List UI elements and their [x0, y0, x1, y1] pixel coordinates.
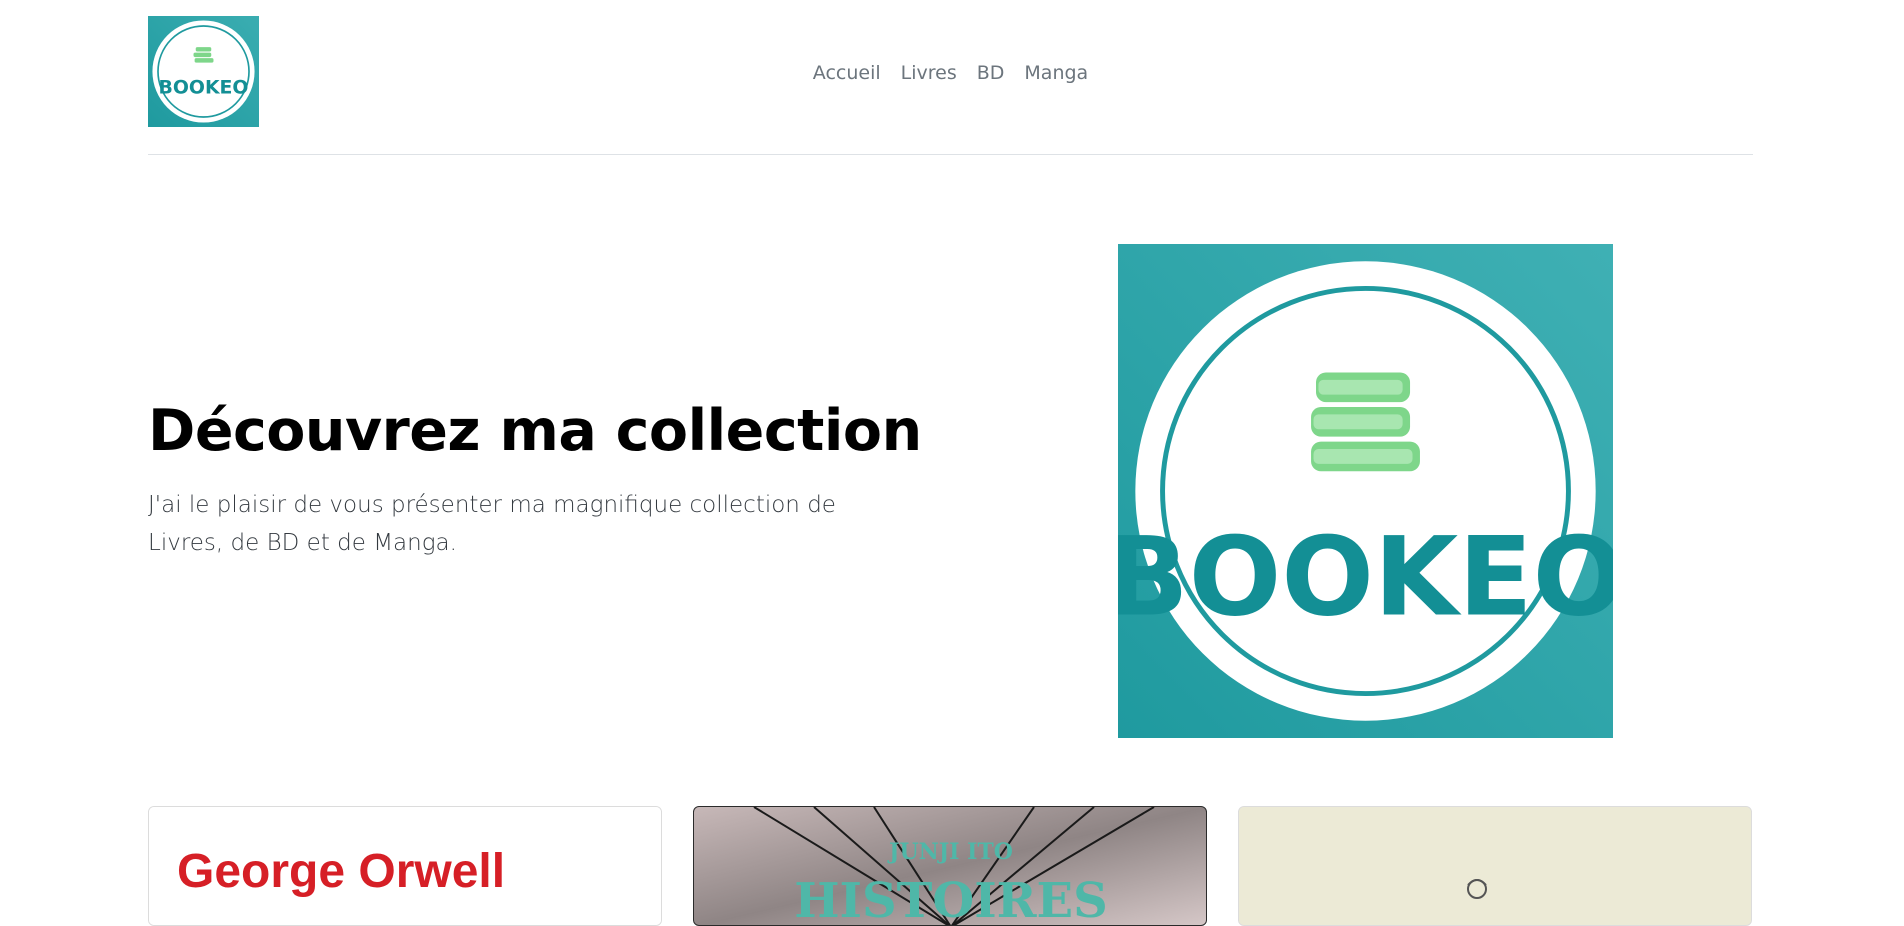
- hero-text: J'ai le plaisir de vous présenter ma mag…: [148, 492, 836, 556]
- nav-manga[interactable]: Manga: [1014, 60, 1098, 86]
- svg-text:JUNJI ITO: JUNJI ITO: [887, 839, 1013, 865]
- bookeo-logo-large: BOOKEO: [1106, 244, 1625, 738]
- main-nav: Accueil Livres BD Manga: [148, 60, 1753, 86]
- card-junji-ito-cover: JUNJI ITO HISTOIRES: [694, 807, 1206, 926]
- page-container: BOOKEO Accueil Livres BD Manga Découvrez…: [148, 0, 1753, 926]
- nav-livres[interactable]: Livres: [891, 60, 967, 86]
- card-orwell-cover: George Orwell: [149, 807, 661, 925]
- card-orwell[interactable]: George Orwell: [148, 806, 662, 926]
- collection-cards: George Orwell JUNJI ITO HISTOIRES: [148, 806, 1753, 926]
- site-header: BOOKEO Accueil Livres BD Manga: [148, 0, 1753, 155]
- nav-accueil[interactable]: Accueil: [803, 60, 891, 86]
- card-junji-ito[interactable]: JUNJI ITO HISTOIRES: [693, 806, 1207, 926]
- card-third-cover: [1239, 807, 1751, 925]
- hero-title: Découvrez ma collection: [148, 398, 922, 464]
- card-third[interactable]: [1238, 806, 1752, 926]
- nav-bd[interactable]: BD: [967, 60, 1015, 86]
- books-stack-icon: [1311, 372, 1420, 472]
- svg-text:George Orwell: George Orwell: [177, 845, 505, 898]
- svg-text:BOOKEO: BOOKEO: [1118, 514, 1613, 641]
- svg-text:HISTOIRES: HISTOIRES: [794, 873, 1108, 926]
